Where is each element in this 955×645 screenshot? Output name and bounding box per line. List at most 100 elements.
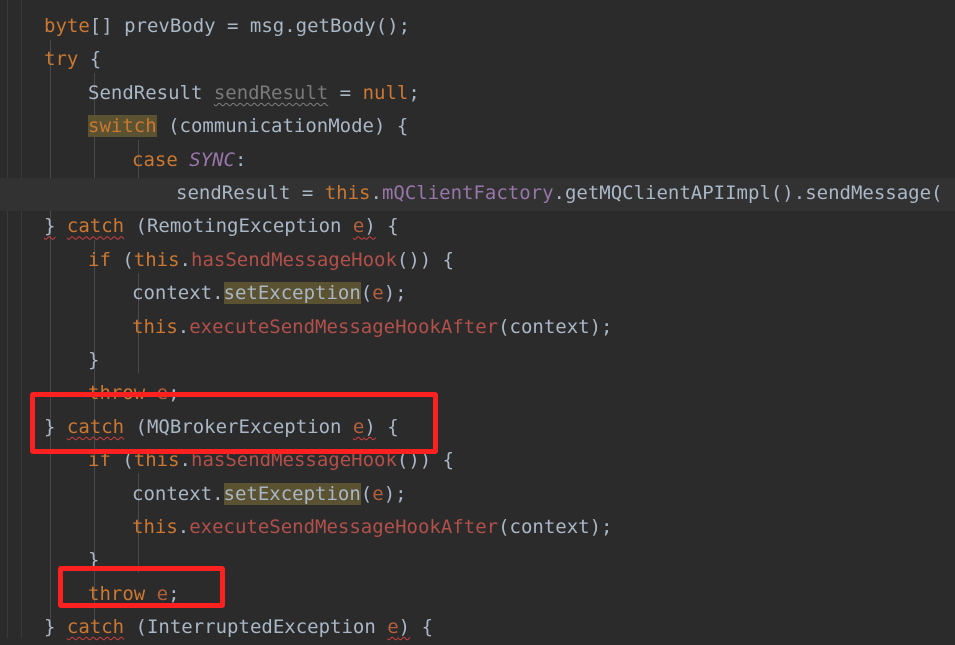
code-token: : <box>234 148 247 171</box>
code-line[interactable]: if (this.hasSendMessageHook()) { <box>0 444 955 477</box>
code-line[interactable]: throw e; <box>0 578 955 611</box>
code-line[interactable]: sendResult = this.mQClientFactory.getMQC… <box>0 177 955 210</box>
code-token: e <box>352 215 365 238</box>
code-token: = <box>328 81 363 104</box>
code-token: hasSendMessageHook <box>191 449 397 472</box>
code-lines-container[interactable]: byte[] prevBody = msg.getBody(); try {Sen… <box>0 0 955 638</box>
code-token: { <box>410 616 434 639</box>
code-line[interactable]: this.executeSendMessageHookAfter(context… <box>0 311 955 344</box>
code-token: catch <box>66 616 125 639</box>
code-line[interactable]: throw e; <box>0 377 955 410</box>
code-token: { <box>78 48 102 71</box>
code-editor[interactable]: byte[] prevBody = msg.getBody(); try {Sen… <box>0 0 955 638</box>
code-token: context. <box>132 282 224 305</box>
code-token: . <box>177 516 190 538</box>
code-token: catch <box>66 215 125 238</box>
code-token: hasSendMessageHook <box>191 248 397 271</box>
code-token: { <box>375 215 399 238</box>
code-token: (context); <box>498 516 613 538</box>
code-token: throw <box>88 582 146 605</box>
code-token: ( <box>110 449 134 472</box>
code-token: . <box>179 248 191 271</box>
code-line[interactable]: switch (communicationMode) { <box>0 110 955 143</box>
code-token: (InterruptedException <box>124 616 388 639</box>
code-token: this <box>132 315 178 338</box>
code-token: this <box>132 516 178 538</box>
code-line[interactable]: byte[] prevBody = msg.getBody(); <box>0 10 955 43</box>
code-line[interactable]: SendResult sendResult = null; <box>0 77 955 110</box>
code-token: e <box>387 616 399 639</box>
code-token: } <box>88 549 100 572</box>
code-line[interactable]: } <box>0 344 955 377</box>
code-token: . <box>370 182 382 204</box>
code-token: . <box>179 449 191 472</box>
code-token: e <box>156 582 169 605</box>
code-token: throw <box>88 382 146 405</box>
code-token: sendResult = <box>176 182 325 204</box>
code-token: { <box>375 415 399 438</box>
code-line[interactable]: this.executeSendMessageHookAfter(context… <box>0 511 955 544</box>
code-token: context. <box>132 482 224 505</box>
code-token: e <box>372 282 384 305</box>
code-token: ) <box>364 415 376 438</box>
code-line[interactable]: } catch (MQBrokerException e) { <box>0 411 955 444</box>
code-token: (RemotingException <box>124 215 353 238</box>
code-token: ( <box>360 282 373 305</box>
code-token: e <box>352 415 365 438</box>
code-line[interactable]: if (this.hasSendMessageHook()) { <box>0 244 955 277</box>
code-token: setException <box>223 482 361 505</box>
code-token: executeSendMessageHookAfter <box>189 516 499 538</box>
code-token: switch <box>88 115 157 138</box>
code-line[interactable]: case SYNC: <box>0 144 955 177</box>
code-token: } <box>44 616 56 639</box>
code-line[interactable]: } catch (InterruptedException e) { <box>0 611 955 644</box>
code-token: (context); <box>498 315 613 338</box>
code-token: setException <box>223 282 361 305</box>
code-token: ); <box>383 482 407 505</box>
code-token: .getMQClientAPIImpl().sendMessage( <box>553 182 943 204</box>
code-token: ( <box>360 482 373 505</box>
code-token: ( <box>110 248 134 271</box>
code-token: ) <box>398 616 411 639</box>
code-token: this <box>133 248 180 271</box>
code-token: e <box>156 382 169 405</box>
code-token: if <box>88 449 111 472</box>
code-token: ; <box>168 382 180 405</box>
code-token: } <box>44 415 56 438</box>
code-token: try <box>44 48 79 71</box>
code-line[interactable]: } <box>0 544 955 577</box>
code-token: case <box>132 148 178 171</box>
code-token: [] prevBody = msg.getBody(); <box>89 15 411 37</box>
code-token: e <box>372 482 384 505</box>
code-token: (MQBrokerException <box>124 415 353 438</box>
code-token: } <box>88 349 100 371</box>
code-token: ; <box>168 582 180 605</box>
code-token: . <box>177 315 190 338</box>
code-token: catch <box>66 415 125 438</box>
code-token: ); <box>383 282 407 305</box>
code-token: ()) { <box>396 449 455 472</box>
code-token: null <box>362 81 409 104</box>
code-token: byte <box>44 15 90 37</box>
code-token: mQClientFactory <box>381 182 554 204</box>
code-token: if <box>88 248 111 271</box>
code-token: (communicationMode) { <box>156 115 409 138</box>
code-line[interactable]: } catch (RemotingException e) { <box>0 210 955 243</box>
code-line[interactable]: try { <box>0 43 955 76</box>
code-token: ; <box>408 81 420 104</box>
code-token: } <box>44 215 56 238</box>
code-token: this <box>133 449 180 472</box>
code-line[interactable]: context.setException(e); <box>0 478 955 511</box>
code-token: ) <box>364 215 376 238</box>
code-token: executeSendMessageHookAfter <box>189 315 499 338</box>
code-token: SYNC <box>189 148 235 171</box>
code-token: this <box>324 182 371 204</box>
code-line[interactable]: context.setException(e); <box>0 277 955 310</box>
code-token: SendResult <box>88 81 214 104</box>
